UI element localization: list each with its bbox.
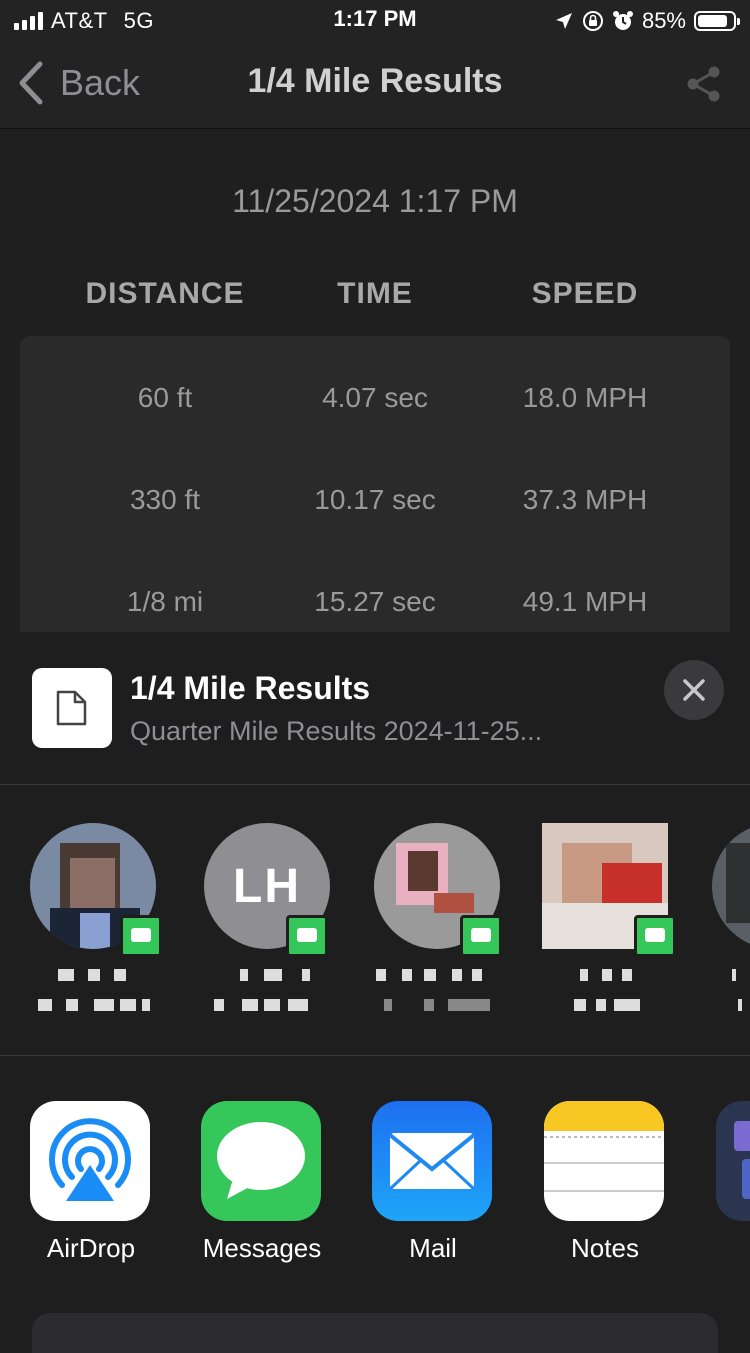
- navigation-bar: Back 1/4 Mile Results: [0, 40, 750, 129]
- status-right: 85%: [554, 6, 740, 36]
- cell-speed: 37.3 MPH: [522, 484, 648, 515]
- contact-name-redacted: [384, 999, 494, 1011]
- location-arrow-icon: [555, 13, 572, 29]
- document-icon: [56, 690, 87, 726]
- contact-item[interactable]: [362, 823, 512, 1043]
- cell-distance: 1/8 mi: [126, 586, 204, 617]
- contacts-row: LH: [0, 785, 750, 1056]
- contact-name-redacted: [580, 969, 640, 981]
- cell-time: 15.27 sec: [314, 586, 436, 617]
- share-app-notes[interactable]: Notes: [530, 1101, 680, 1276]
- results-header-row: DISTANCE TIME SPEED: [0, 277, 750, 317]
- share-subtitle: Quarter Mile Results 2024-11-25...: [130, 716, 543, 746]
- share-app-airdrop[interactable]: AirDrop: [16, 1101, 166, 1276]
- close-icon: [683, 679, 705, 701]
- battery-percent: 85%: [641, 8, 686, 33]
- app-label: Messages: [202, 1233, 322, 1263]
- results-content: 11/25/2024 1:17 PM DISTANCE TIME SPEED 6…: [0, 129, 750, 656]
- battery-icon: [694, 11, 740, 31]
- alarm-icon: [612, 11, 633, 30]
- actions-list-top[interactable]: [32, 1313, 718, 1353]
- contact-name-redacted: [240, 969, 310, 981]
- header-speed: SPEED: [531, 277, 639, 310]
- avatar: [712, 823, 750, 949]
- table-row: 1/8 mi 15.27 sec 49.1 MPH: [20, 572, 730, 632]
- share-app-mail[interactable]: Mail: [358, 1101, 508, 1276]
- app-label: Jo: [692, 1233, 750, 1264]
- contact-item[interactable]: LH: [192, 823, 342, 1043]
- app-label: AirDrop: [46, 1233, 136, 1263]
- share-title: 1/4 Mile Results: [130, 670, 371, 706]
- contact-item[interactable]: [18, 823, 168, 1043]
- share-sheet-header: 1/4 Mile Results Quarter Mile Results 20…: [0, 632, 750, 785]
- share-button[interactable]: [684, 64, 724, 104]
- contact-name-redacted: [38, 999, 150, 1011]
- contact-name-redacted: [214, 999, 314, 1011]
- messages-badge-icon: [460, 915, 502, 957]
- share-app-partial[interactable]: Jo: [702, 1101, 750, 1276]
- page-title: 1/4 Mile Results: [247, 62, 503, 100]
- orientation-lock-icon: [582, 11, 603, 31]
- partial-app-icon: [716, 1101, 750, 1221]
- table-row: 330 ft 10.17 sec 37.3 MPH: [20, 470, 730, 530]
- document-thumbnail: [32, 668, 112, 748]
- share-app-messages[interactable]: Messages: [187, 1101, 337, 1276]
- messages-badge-icon: [634, 915, 676, 957]
- share-icon: [687, 66, 720, 102]
- notes-icon: [544, 1101, 664, 1221]
- header-distance: DISTANCE: [85, 277, 245, 310]
- cell-time: 10.17 sec: [314, 484, 436, 515]
- run-datetime: 11/25/2024 1:17 PM: [232, 183, 518, 219]
- mail-icon: [372, 1101, 492, 1221]
- cell-speed: 49.1 MPH: [522, 586, 648, 617]
- app-label: Notes: [571, 1233, 639, 1263]
- share-apps-row: AirDrop Messages Mail Notes: [0, 1056, 750, 1276]
- cell-speed: 18.0 MPH: [522, 382, 648, 413]
- messages-badge-icon: [120, 915, 162, 957]
- cell-time: 4.07 sec: [322, 382, 428, 413]
- avatar-initials: LH: [233, 860, 301, 913]
- share-sheet: 1/4 Mile Results Quarter Mile Results 20…: [0, 632, 750, 1353]
- table-row: 60 ft 4.07 sec 18.0 MPH: [20, 368, 730, 428]
- header-time: TIME: [337, 277, 413, 310]
- results-table: 60 ft 4.07 sec 18.0 MPH 330 ft 10.17 sec…: [20, 336, 730, 656]
- airdrop-icon: [30, 1101, 150, 1221]
- cell-distance: 60 ft: [137, 382, 193, 413]
- contact-name-redacted: [732, 969, 742, 981]
- contact-name-redacted: [738, 999, 748, 1011]
- contact-name-redacted: [58, 969, 128, 981]
- app-label: Mail: [409, 1233, 457, 1263]
- contact-item[interactable]: [700, 823, 750, 1043]
- status-bar: AT&T 5G 1:17 PM 85%: [0, 0, 750, 40]
- contact-item[interactable]: [530, 823, 680, 1043]
- cell-distance: 330 ft: [129, 484, 201, 515]
- close-button[interactable]: [664, 660, 724, 720]
- contact-name-redacted: [376, 969, 496, 981]
- contact-name-redacted: [574, 999, 644, 1011]
- battery-level: [698, 15, 727, 27]
- messages-badge-icon: [286, 915, 328, 957]
- messages-icon: [201, 1101, 321, 1221]
